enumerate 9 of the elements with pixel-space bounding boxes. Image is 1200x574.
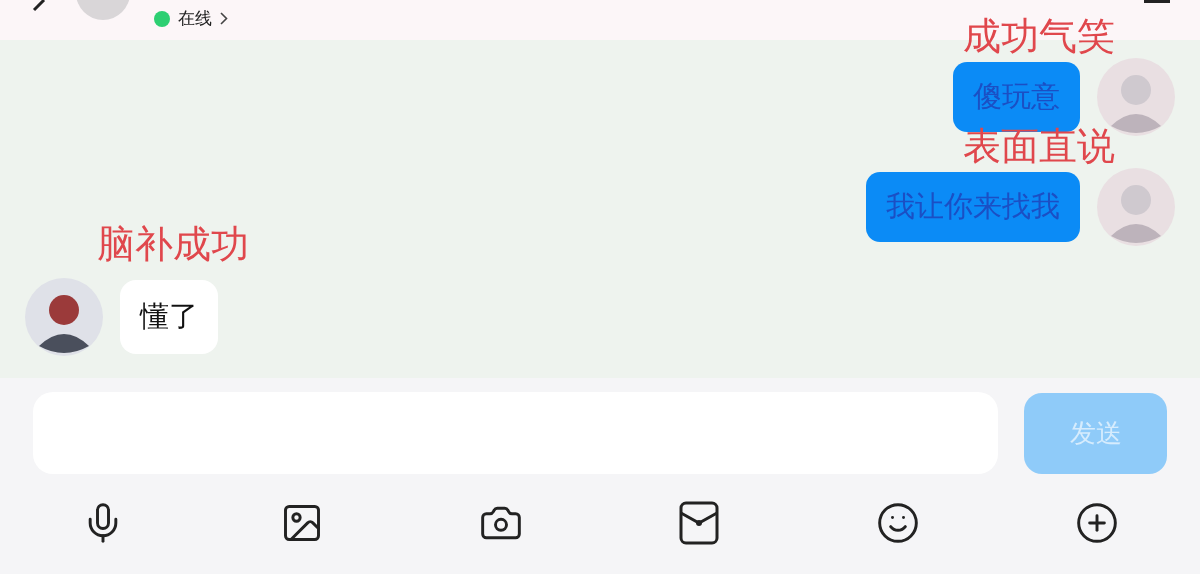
message-bubble: 懂了 xyxy=(120,280,218,354)
chevron-icon[interactable] xyxy=(220,12,228,25)
annotation-text: 脑补成功 xyxy=(97,221,249,268)
avatar[interactable] xyxy=(25,278,103,356)
annotation-text: 成功气笑 xyxy=(963,13,1115,60)
plus-icon[interactable] xyxy=(1074,500,1120,546)
status-text: 在线 xyxy=(178,7,212,30)
message-bubble: 我让你来找我 xyxy=(866,172,1080,242)
menu-icon[interactable] xyxy=(1144,0,1170,4)
